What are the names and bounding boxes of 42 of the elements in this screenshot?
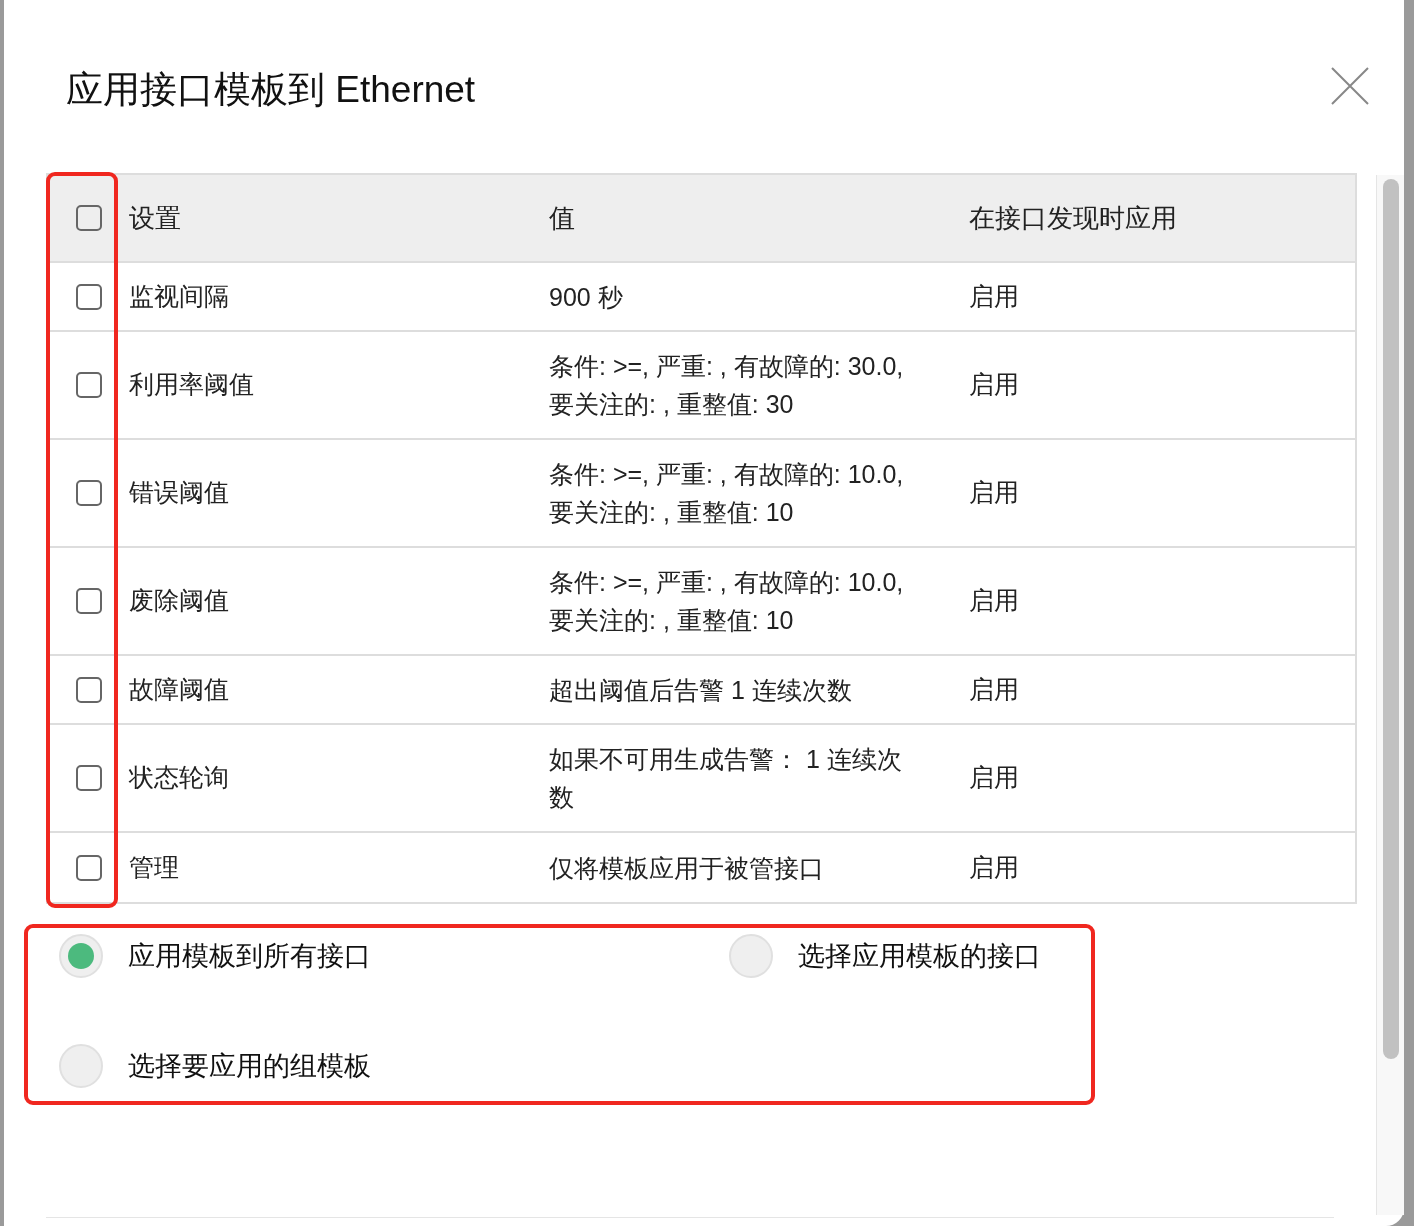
value-cell-text: 仅将模板应用于被管接口: [549, 852, 825, 884]
apply-cell-text: 启用: [969, 369, 1019, 401]
radio-label[interactable]: 选择应用模板的接口: [798, 935, 1041, 977]
radio-button[interactable]: [59, 934, 103, 978]
row-checkbox[interactable]: [75, 588, 102, 614]
column-header: 在接口发现时应用: [969, 201, 1177, 235]
close-icon: [1330, 66, 1370, 106]
radio-button[interactable]: [729, 934, 773, 978]
setting-cell: 监视间隔: [129, 281, 229, 310]
radio-button[interactable]: [59, 1044, 103, 1088]
value-cell-text: 条件: >=, 严重: , 有故障的: 10.0, 要关注的: , 重整值: 10: [549, 567, 905, 636]
apply-cell-text: 启用: [969, 762, 1019, 794]
scrollbar-thumb[interactable]: [1382, 179, 1399, 1059]
row-checkbox[interactable]: [75, 854, 102, 881]
column-header: 值: [549, 201, 576, 235]
row-checkbox[interactable]: [75, 676, 102, 703]
row-checkbox[interactable]: [75, 480, 102, 506]
value-cell-text: 条件: >=, 严重: , 有故障的: 30.0, 要关注的: , 重整值: 30: [549, 351, 905, 420]
column-header: 设置: [129, 201, 182, 235]
close-button[interactable]: [1330, 66, 1370, 106]
setting-cell: 废除阈值: [129, 586, 229, 615]
setting-cell: 状态轮询: [129, 763, 229, 792]
value-cell-text: 超出阈值后告警 1 连续次数: [549, 674, 853, 706]
dialog-title: 应用接口模板到 Ethernet: [66, 68, 476, 112]
radio-label[interactable]: 应用模板到所有接口: [128, 935, 371, 977]
apply-cell-text: 启用: [969, 851, 1019, 883]
value-cell-text: 900 秒: [549, 281, 624, 313]
setting-cell: 利用率阈值: [129, 370, 254, 399]
apply-cell-text: 启用: [969, 673, 1019, 705]
setting-cell: 错误阈值: [129, 478, 229, 507]
row-checkbox[interactable]: [75, 765, 102, 791]
value-cell-text: 如果不可用生成告警： 1 连续次 数: [549, 744, 903, 813]
row-checkbox[interactable]: [75, 283, 102, 310]
apply-cell-text: 启用: [969, 477, 1019, 509]
select-all-checkbox[interactable]: [75, 205, 102, 231]
setting-cell: 故障阈值: [129, 674, 229, 703]
value-cell-text: 条件: >=, 严重: , 有故障的: 10.0, 要关注的: , 重整值: 10: [549, 459, 905, 528]
row-checkbox[interactable]: [75, 372, 102, 398]
apply-cell-text: 启用: [969, 280, 1019, 312]
apply-cell-text: 启用: [969, 585, 1019, 617]
radio-label[interactable]: 选择要应用的组模板: [128, 1045, 371, 1087]
setting-cell: 管理: [129, 852, 179, 881]
